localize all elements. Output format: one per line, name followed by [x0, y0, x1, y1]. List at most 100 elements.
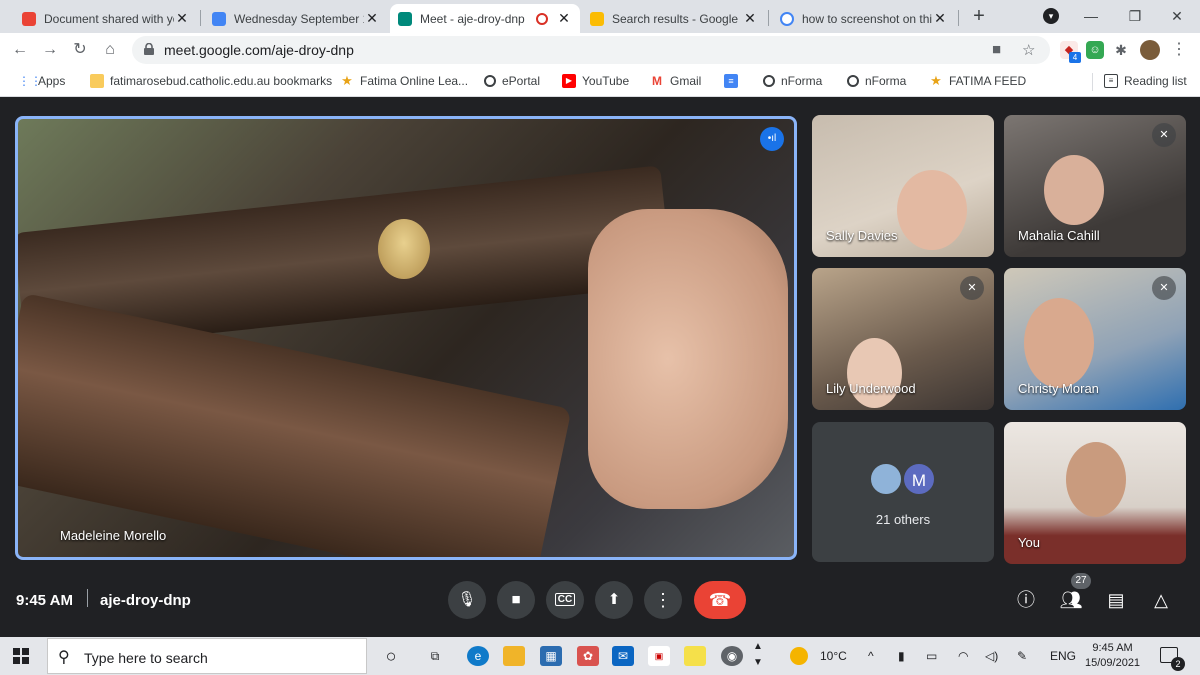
- star-icon: ★: [341, 73, 353, 88]
- more-options-button[interactable]: ⋮: [644, 581, 682, 619]
- forward-icon[interactable]: →: [39, 39, 61, 61]
- battery-icon[interactable]: ▭: [926, 649, 937, 663]
- bookmark-docs[interactable]: ≡: [724, 74, 744, 88]
- reading-list-icon: ≡: [1104, 74, 1118, 88]
- bookmark-fatima-feed[interactable]: ★ FATIMA FEED: [929, 74, 1026, 89]
- app-icon[interactable]: ▣: [648, 646, 670, 666]
- notification-count: 2: [1171, 657, 1185, 671]
- close-icon[interactable]: ✕: [364, 10, 380, 27]
- clock-date: 15/09/2021: [1085, 657, 1141, 669]
- participant-tile-sally[interactable]: Sally Davies: [812, 115, 994, 257]
- close-icon[interactable]: ✕: [742, 10, 758, 27]
- presenter-tile[interactable]: •ıl Madeleine Morello: [15, 116, 797, 560]
- mic-muted-icon: ✕: [960, 276, 984, 300]
- bookmark-eportal[interactable]: ePortal: [484, 74, 540, 88]
- task-view-icon[interactable]: ⧉: [424, 646, 446, 666]
- file-explorer-icon[interactable]: [503, 646, 525, 666]
- store-icon[interactable]: ▦: [540, 646, 562, 666]
- participant-tile-mahalia[interactable]: ✕ Mahalia Cahill: [1004, 115, 1186, 257]
- back-icon[interactable]: ←: [9, 39, 31, 61]
- bookmarks-bar: ⋮⋮ Apps fatimarosebud.catholic.edu.au bo…: [0, 67, 1200, 97]
- taskbar-scroll-icon[interactable]: ▲ ▼: [753, 639, 763, 671]
- info-icon: ⓘ: [1017, 590, 1035, 610]
- profile-avatar[interactable]: [1140, 40, 1160, 60]
- bookmark-nforma-2[interactable]: nForma: [847, 74, 906, 88]
- video-scene: [1024, 298, 1094, 388]
- app-icon[interactable]: [684, 646, 706, 666]
- tab-wednesday[interactable]: Wednesday September 15 ✕: [204, 4, 388, 33]
- meet-stage: •ıl Madeleine Morello Sally Davies ✕ Mah…: [0, 97, 1200, 637]
- language-indicator[interactable]: ENG: [1050, 649, 1076, 663]
- cortana-icon[interactable]: ○: [380, 646, 402, 666]
- microphone-icon: 🎙︎: [457, 591, 477, 608]
- browser-toolbar: ← → ↻ ⌂ meet.google.com/aje-droy-dnp ■ ☆…: [0, 33, 1200, 67]
- volume-icon[interactable]: ◁): [985, 649, 998, 663]
- tab-meet[interactable]: Meet - aje-droy-dnp ✕: [390, 4, 580, 33]
- weather-sun-icon[interactable]: [790, 647, 808, 665]
- meeting-details-button[interactable]: ⓘ: [1012, 586, 1040, 614]
- globe-icon: [763, 75, 775, 87]
- activities-button[interactable]: △: [1147, 586, 1175, 614]
- usb-icon[interactable]: ▮: [898, 649, 905, 663]
- youtube-icon: ▶: [562, 74, 576, 88]
- self-tile[interactable]: You: [1004, 422, 1186, 564]
- gmail-icon: M: [652, 74, 662, 88]
- address-bar[interactable]: meet.google.com/aje-droy-dnp ■ ☆: [132, 36, 1050, 64]
- edge-icon[interactable]: e: [467, 646, 489, 666]
- tab-search-results[interactable]: Search results - Google D ✕: [582, 4, 766, 33]
- chat-button[interactable]: ▤: [1102, 586, 1130, 614]
- taskbar-clock[interactable]: 9:45 AM 15/09/2021: [1085, 641, 1140, 671]
- minimize-icon[interactable]: —: [1068, 5, 1114, 27]
- menu-dots-icon[interactable]: ⋮: [1168, 39, 1190, 61]
- reading-list-button[interactable]: ≡ Reading list: [1104, 74, 1187, 88]
- restore-icon[interactable]: ❐: [1112, 5, 1158, 27]
- smiley-extension-icon[interactable]: ☺: [1086, 41, 1104, 59]
- recording-icon: [536, 12, 548, 25]
- bookmark-label: Fatima Online Lea...: [360, 74, 469, 88]
- bookmark-label: fatimarosebud.catholic.edu.au bookmarks: [110, 74, 333, 88]
- meet-icon: [398, 11, 412, 26]
- tab-document-shared[interactable]: Document shared with yo ✕: [14, 4, 198, 33]
- camera-icon[interactable]: ■: [992, 41, 1001, 58]
- bookmark-folder[interactable]: fatimarosebud.catholic.edu.au bookmarks: [90, 74, 332, 88]
- meeting-code[interactable]: aje-droy-dnp: [100, 592, 191, 609]
- globe-icon: [847, 75, 859, 87]
- reload-icon[interactable]: ↻: [69, 39, 91, 61]
- puzzle-icon[interactable]: ✱: [1112, 41, 1130, 59]
- bookmark-nforma-1[interactable]: nForma: [763, 74, 822, 88]
- bookmark-star-icon[interactable]: ☆: [1022, 41, 1035, 59]
- home-icon[interactable]: ⌂: [99, 39, 121, 61]
- bookmark-gmail[interactable]: M Gmail: [650, 74, 701, 88]
- participant-tile-lily[interactable]: ✕ Lily Underwood: [812, 268, 994, 410]
- others-tile[interactable]: M 21 others: [812, 422, 994, 562]
- taskbar-search[interactable]: ⚲ Type here to search: [47, 638, 367, 674]
- tab-search-icon[interactable]: ▾: [1043, 8, 1059, 24]
- bookmark-label: nForma: [865, 74, 907, 88]
- participant-tile-christy[interactable]: ✕ Christy Moran: [1004, 268, 1186, 410]
- app-icon[interactable]: ✿: [577, 646, 599, 666]
- window-close-icon[interactable]: ✕: [1154, 5, 1200, 27]
- tray-chevron-icon[interactable]: ^: [868, 649, 874, 663]
- camera-button[interactable]: ■: [497, 581, 535, 619]
- close-icon[interactable]: ✕: [174, 10, 190, 27]
- chrome-icon[interactable]: ◉: [721, 646, 743, 666]
- globe-icon: [484, 75, 496, 87]
- bookmark-fatima-online[interactable]: ★ Fatima Online Lea...: [340, 73, 469, 89]
- close-icon[interactable]: ✕: [932, 10, 948, 27]
- wifi-icon[interactable]: ◠: [958, 649, 968, 663]
- pen-icon[interactable]: ✎: [1017, 649, 1027, 663]
- close-icon[interactable]: ✕: [556, 10, 572, 27]
- microphone-button[interactable]: 🎙︎: [448, 581, 486, 619]
- video-scene: [1044, 155, 1104, 225]
- present-button[interactable]: ⬆: [595, 581, 633, 619]
- bookmark-apps[interactable]: ⋮⋮ Apps: [18, 74, 65, 88]
- captions-button[interactable]: CC: [546, 581, 584, 619]
- weather-temperature[interactable]: 10°C: [820, 649, 847, 663]
- people-button[interactable]: 👥︎: [1057, 586, 1085, 614]
- windows-start-icon[interactable]: [13, 648, 29, 664]
- leave-call-button[interactable]: ☎: [694, 581, 746, 619]
- bookmark-youtube[interactable]: ▶ YouTube: [562, 74, 629, 88]
- tab-how-to-screenshot[interactable]: how to screenshot on thi ✕: [772, 4, 956, 33]
- mail-icon[interactable]: ✉: [612, 646, 634, 666]
- new-tab-button[interactable]: +: [968, 5, 990, 27]
